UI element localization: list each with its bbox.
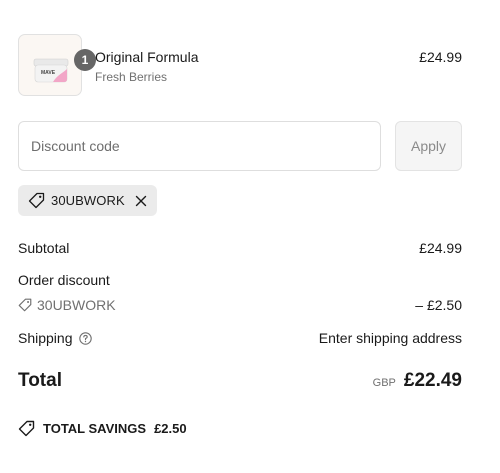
help-icon[interactable] xyxy=(78,331,92,345)
quantity-badge: 1 xyxy=(74,49,96,71)
shipping-label-group: Shipping xyxy=(18,330,92,346)
subtotal-value: £24.99 xyxy=(419,240,462,256)
discount-code-row: 30UBWORK – £2.50 xyxy=(18,297,462,313)
total-savings-label: TOTAL SAVINGS xyxy=(43,421,147,436)
total-amount-group: GBP £22.49 xyxy=(373,370,462,392)
subtotal-label: Subtotal xyxy=(18,240,70,256)
applied-discount-chip: 30UBWORK xyxy=(18,185,157,216)
tag-icon xyxy=(18,420,35,437)
apply-discount-button[interactable]: Apply xyxy=(395,121,462,171)
discount-code-detail: 30UBWORK xyxy=(18,297,116,313)
total-savings-value: £2.50 xyxy=(154,421,187,436)
order-discount-label: Order discount xyxy=(18,272,110,288)
product-name: Original Formula xyxy=(95,49,199,65)
order-discount-row: Order discount xyxy=(18,272,462,288)
currency-code: GBP xyxy=(372,377,396,389)
product-variant: Fresh Berries xyxy=(95,70,168,84)
product-price: £24.99 xyxy=(419,49,462,65)
svg-text:MAVE: MAVE xyxy=(41,70,56,76)
shipping-row: Shipping Enter shipping address xyxy=(18,330,462,346)
product-jar-icon: MAVE xyxy=(33,58,69,83)
total-label: Total xyxy=(18,370,62,391)
shipping-label: Shipping xyxy=(18,330,73,346)
total-row: Total GBP £22.49 xyxy=(18,370,462,392)
total-savings: TOTAL SAVINGS £2.50 xyxy=(18,420,187,437)
shipping-value: Enter shipping address xyxy=(318,330,462,346)
discount-value: – £2.50 xyxy=(415,297,462,313)
applied-discount-code: 30UBWORK xyxy=(51,193,125,208)
remove-discount-close-icon[interactable] xyxy=(135,195,147,207)
discount-code-input[interactable] xyxy=(18,121,381,171)
cart-line-item: MAVE 1 Original Formula Fresh Berries £2… xyxy=(18,34,462,96)
total-value: £22.49 xyxy=(403,370,462,391)
product-thumbnail: MAVE xyxy=(18,34,82,96)
tag-icon xyxy=(28,192,45,209)
tag-icon xyxy=(18,298,32,312)
discount-code-text: 30UBWORK xyxy=(37,297,116,313)
subtotal-row: Subtotal £24.99 xyxy=(18,240,462,256)
